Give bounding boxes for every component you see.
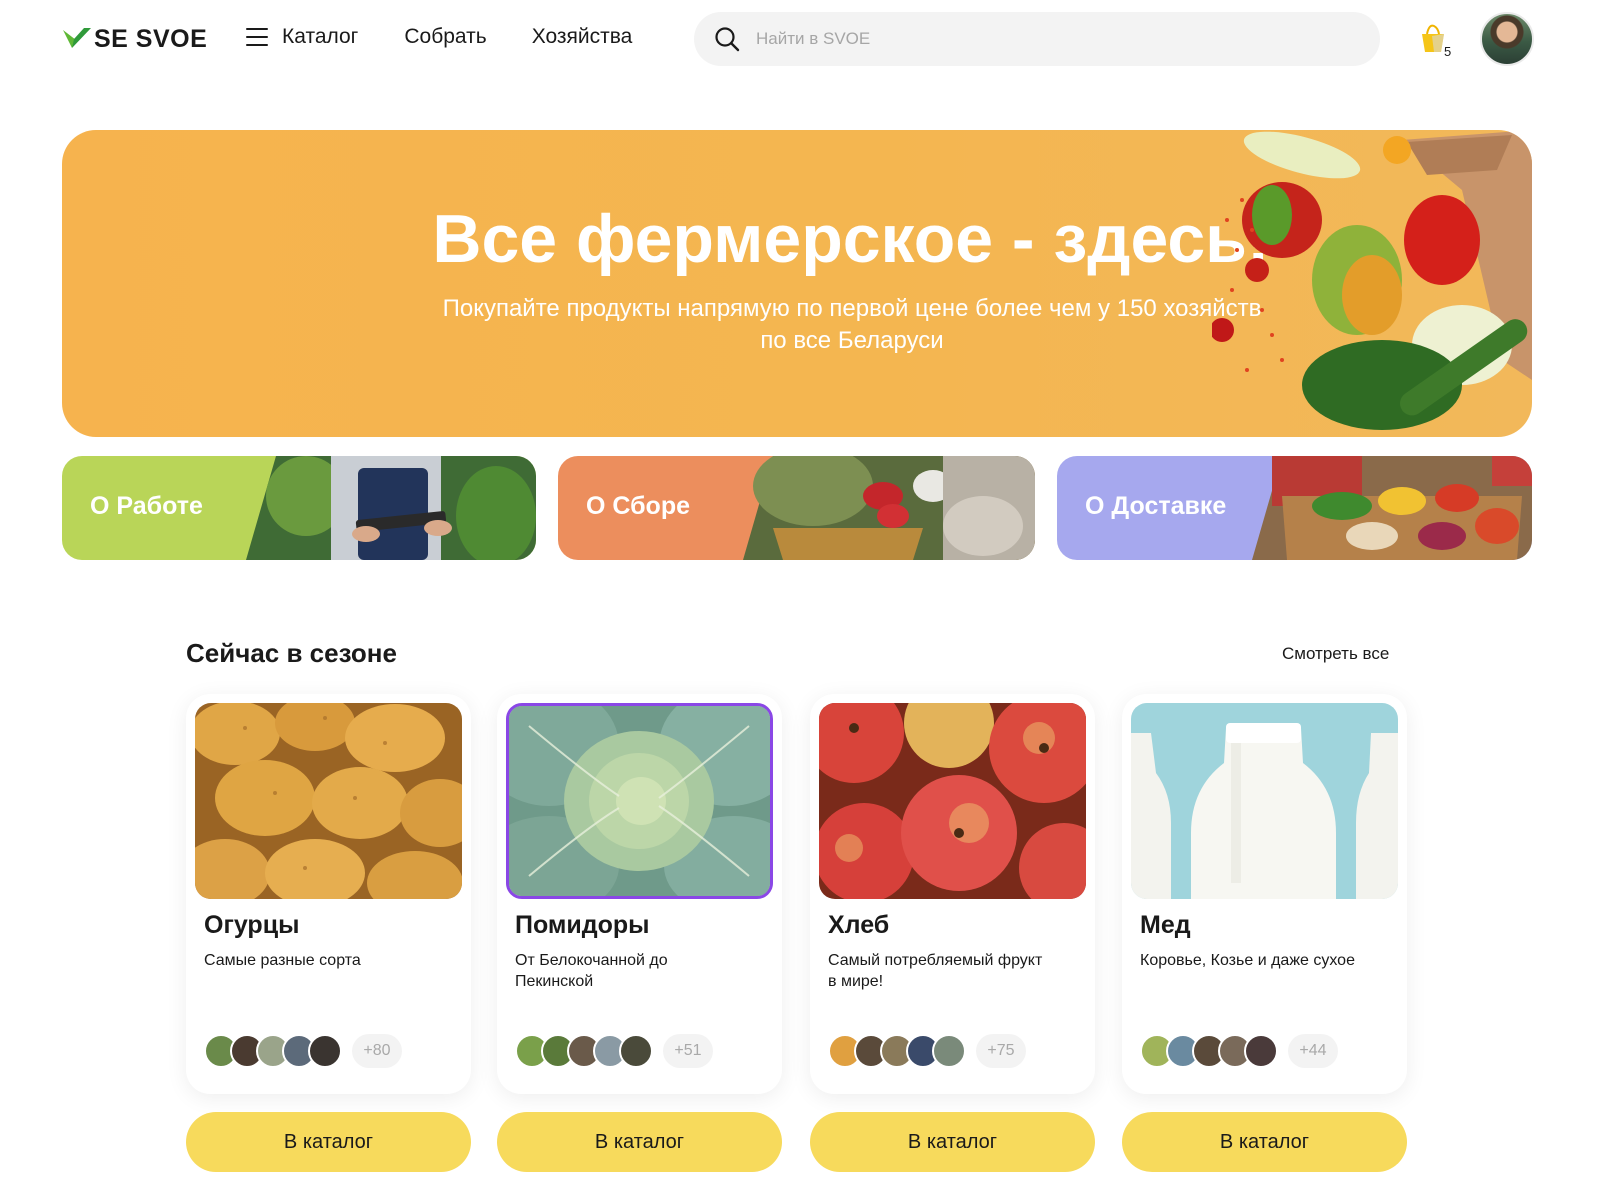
- logo-check-icon: [63, 28, 91, 48]
- card-title: Огурцы: [204, 911, 300, 939]
- hero-subtitle: Покупайте продукты напрямую по первой це…: [442, 295, 1262, 354]
- to-catalog-button[interactable]: В каталог: [497, 1112, 782, 1172]
- farmer-avatars[interactable]: +51: [515, 1034, 713, 1068]
- search-input[interactable]: [756, 29, 1316, 49]
- tile-delivery-image: [1252, 456, 1532, 560]
- tile-about-collect[interactable]: О Сборе: [558, 456, 1035, 560]
- hero-vegetables-image: [1212, 130, 1532, 430]
- search-icon: [715, 27, 740, 52]
- product-image-potatoes: [195, 703, 462, 899]
- user-avatar[interactable]: [1480, 12, 1534, 66]
- nav-collect-link[interactable]: Собрать: [404, 25, 486, 49]
- tile-work-image: [246, 456, 536, 560]
- farmer-avatars[interactable]: +75: [828, 1034, 1026, 1068]
- farmer-avatar: [1244, 1034, 1278, 1068]
- card-description: Самые разные сорта: [204, 952, 361, 969]
- product-image-cabbage: [506, 703, 773, 899]
- to-catalog-button[interactable]: В каталог: [810, 1112, 1095, 1172]
- logo-text: SE SVOE: [94, 24, 208, 53]
- catalog-menu-button[interactable]: Каталог: [246, 25, 404, 49]
- nav-catalog-label: Каталог: [282, 25, 359, 48]
- farmer-avatar: [308, 1034, 342, 1068]
- to-catalog-button[interactable]: В каталог: [1122, 1112, 1407, 1172]
- product-image-milk-bottles: [1131, 703, 1398, 899]
- farmers-more-count: +44: [1288, 1034, 1338, 1068]
- card-title: Помидоры: [515, 911, 650, 939]
- search-bar[interactable]: [694, 12, 1380, 66]
- card-title: Мед: [1140, 911, 1191, 939]
- card-title: Хлеб: [828, 911, 890, 939]
- card-description: Самый потребляемый фрукт в мире!: [828, 952, 1043, 990]
- tile-about-delivery[interactable]: О Доставке: [1057, 456, 1532, 560]
- farmer-avatars[interactable]: +80: [204, 1034, 402, 1068]
- header: SE SVOE Каталог Собрать Хозяйства 5: [0, 0, 1600, 80]
- product-card[interactable]: Мед Коровье, Козье и даже сухое +44: [1122, 694, 1407, 1094]
- product-card[interactable]: Хлеб Самый потребляемый фрукт в мире! +7…: [810, 694, 1095, 1094]
- farmer-avatar: [932, 1034, 966, 1068]
- card-description: Коровье, Козье и даже сухое: [1140, 952, 1355, 969]
- tile-about-work-label: О Работе: [90, 492, 203, 520]
- cart-count-badge: 5: [1444, 44, 1452, 59]
- farmer-avatar: [619, 1034, 653, 1068]
- nav-farms-link[interactable]: Хозяйства: [532, 25, 633, 49]
- tile-about-collect-label: О Сборе: [586, 492, 691, 520]
- product-card[interactable]: Помидоры От Белокочанной до Пекинской +5…: [497, 694, 782, 1094]
- section-title: Сейчас в сезоне: [186, 638, 397, 668]
- farmers-more-count: +75: [976, 1034, 1026, 1068]
- cart-button[interactable]: 5: [1418, 22, 1458, 59]
- product-image-apples: [819, 703, 1086, 899]
- farmer-avatars[interactable]: +44: [1140, 1034, 1338, 1068]
- tile-collect-image: [743, 456, 1035, 560]
- tile-about-delivery-label: О Доставке: [1085, 492, 1227, 520]
- hero-banner: Все фермерское - здесь! Покупайте продук…: [62, 130, 1532, 437]
- farmers-more-count: +51: [663, 1034, 713, 1068]
- to-catalog-button[interactable]: В каталог: [186, 1112, 471, 1172]
- tile-about-work[interactable]: О Работе: [62, 456, 536, 560]
- product-card[interactable]: Огурцы Самые разные сорта +80: [186, 694, 471, 1094]
- logo[interactable]: SE SVOE: [62, 24, 207, 54]
- card-description: От Белокочанной до Пекинской: [515, 952, 668, 990]
- main-nav: Каталог Собрать Хозяйства: [246, 25, 632, 49]
- see-all-link[interactable]: Смотреть все: [1282, 644, 1389, 664]
- burger-menu-icon: [246, 28, 268, 46]
- farmers-more-count: +80: [352, 1034, 402, 1068]
